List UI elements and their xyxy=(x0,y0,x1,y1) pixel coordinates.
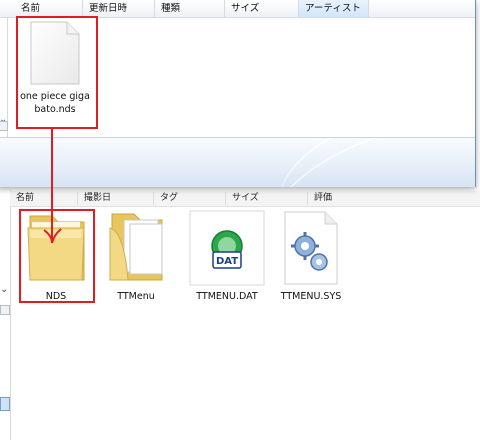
file-name-label: TTMENU.DAT xyxy=(196,291,258,302)
scroll-up-button[interactable] xyxy=(0,305,10,315)
decorative-swoosh xyxy=(237,138,475,187)
drag-arrow-line xyxy=(51,129,53,239)
highlight-box-target-folder xyxy=(19,209,95,303)
column-date-taken[interactable]: 撮影日 xyxy=(78,192,154,205)
column-date-modified[interactable]: 更新日時 xyxy=(83,0,155,17)
column-tags[interactable]: タグ xyxy=(154,192,226,205)
scroll-button[interactable] xyxy=(0,121,8,131)
details-pane xyxy=(0,137,475,187)
column-size[interactable]: サイズ xyxy=(225,0,299,17)
highlight-box-source-file xyxy=(16,16,98,129)
dat-file-icon: DAT xyxy=(189,210,265,286)
column-rating[interactable]: 評価 xyxy=(308,192,398,205)
column-name[interactable]: 名前 xyxy=(15,0,83,17)
file-name-label: TTMenu xyxy=(117,291,155,302)
column-header-bar: 名前 撮影日 タグ サイズ 評価 xyxy=(10,191,480,207)
folder-with-documents-icon xyxy=(98,210,174,286)
file-item-ttmenu[interactable]: TTMenu xyxy=(96,210,176,303)
column-name[interactable]: 名前 xyxy=(10,192,78,205)
arrow-head-icon xyxy=(43,228,62,244)
navigation-pane: ⌄ xyxy=(0,17,8,137)
file-name-label: TTMENU.SYS xyxy=(280,291,342,302)
column-size[interactable]: サイズ xyxy=(226,192,308,205)
column-type[interactable]: 種類 xyxy=(155,0,225,17)
scrollbar-thumb[interactable] xyxy=(0,397,10,411)
file-item-ttmenu-dat[interactable]: DAT TTMENU.DAT xyxy=(187,210,267,303)
column-artist[interactable]: アーティスト xyxy=(299,0,369,17)
system-file-gears-icon xyxy=(273,210,349,286)
dat-badge-text: DAT xyxy=(216,256,238,267)
chevron-down-icon[interactable]: ⌄ xyxy=(0,285,8,295)
file-item-ttmenu-sys[interactable]: TTMENU.SYS xyxy=(271,210,351,303)
navigation-pane: ⌄ xyxy=(0,190,11,440)
